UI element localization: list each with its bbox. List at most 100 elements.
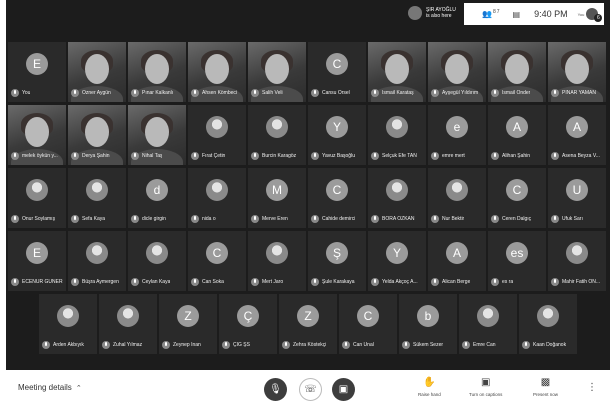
participant-tile[interactable]: Sefa Kaya — [68, 168, 126, 228]
participant-tile[interactable]: M Merve Eren — [248, 168, 306, 228]
participant-tile[interactable]: C Cahide demirci — [308, 168, 366, 228]
present-now-button[interactable]: ▩ Present now — [533, 376, 558, 397]
participant-tile[interactable]: PINAR YAMAN — [548, 42, 606, 102]
participant-tile[interactable]: Ş Şule Karakaya — [308, 231, 366, 291]
camera-off-button[interactable]: ▣ — [332, 378, 355, 401]
video-feed — [145, 54, 169, 84]
people-button[interactable]: 👥87 — [482, 9, 501, 19]
participant-tile[interactable]: A Asena Beyza V... — [548, 105, 606, 165]
participant-tile[interactable]: Zuhal Yılmaz — [99, 294, 157, 354]
participant-tile[interactable]: Mert Jaro — [248, 231, 306, 291]
participant-name: Zehra Köstekçi — [293, 341, 327, 348]
participant-tile[interactable]: Selçuk Efe TAN — [368, 105, 426, 165]
participant-tile[interactable]: C Cansu Örsel — [308, 42, 366, 102]
mic-muted-icon — [11, 151, 19, 160]
chevron-up-icon: ⌃ — [75, 384, 82, 392]
participant-tile[interactable]: C Can Ünal — [339, 294, 397, 354]
mic-muted-icon — [282, 340, 290, 349]
participant-tile[interactable]: es es ra — [488, 231, 546, 291]
participant-tile[interactable]: Nihal Taş — [128, 105, 186, 165]
mic-muted-icon — [311, 214, 319, 223]
mic-muted-icon — [251, 277, 259, 286]
participant-tile[interactable]: Arden Akbıyık — [39, 294, 97, 354]
mic-muted-icon — [522, 340, 530, 349]
hand-icon: ✋ — [423, 377, 436, 388]
participant-name: Asena Beyza V... — [562, 152, 600, 159]
participant-tile[interactable]: Ahsen Kömbeci — [188, 42, 246, 102]
mic-muted-icon — [371, 214, 379, 223]
participant-tile[interactable]: Nur Bektir — [428, 168, 486, 228]
notification-text: is also here — [426, 13, 452, 19]
mic-muted-icon — [551, 214, 559, 223]
you-label: You — [577, 11, 585, 17]
participant-avatar: A — [446, 242, 468, 264]
participant-tile[interactable]: Emre Can — [459, 294, 517, 354]
participant-tile[interactable]: Burcin Karagöz — [248, 105, 306, 165]
participant-tile[interactable]: İsmail Karataş — [368, 42, 426, 102]
participant-tile[interactable]: Fırat Çetin — [188, 105, 246, 165]
participant-name: Sükem Sezer — [413, 341, 444, 348]
more-options-icon[interactable]: ⋮ — [587, 382, 597, 393]
participant-tile[interactable]: BORA ÖZKAN — [368, 168, 426, 228]
participant-tile[interactable]: Onur Soylamış — [8, 168, 66, 228]
mic-muted-icon — [311, 88, 319, 97]
participant-name-bar: Yavuz Başoğlu — [311, 150, 363, 161]
leave-call-button[interactable]: ☏ — [299, 378, 322, 401]
participant-name: Salih Veli — [262, 89, 283, 96]
participant-tile[interactable]: nida o — [188, 168, 246, 228]
participant-tile[interactable]: Özner Aygün — [68, 42, 126, 102]
participant-tile[interactable]: Ceylan Kaya — [128, 231, 186, 291]
participant-name: İsmail Önder — [502, 89, 531, 96]
participant-tile[interactable]: E You — [8, 42, 66, 102]
participant-name: Zeynep İnan — [173, 341, 201, 348]
participant-tile[interactable]: İsmail Önder — [488, 42, 546, 102]
mic-off-button[interactable]: 🎙 — [264, 378, 287, 401]
mic-muted-icon — [371, 88, 379, 97]
participant-tile[interactable]: Ç ÇİĞ ŞS — [219, 294, 277, 354]
chat-icon[interactable]: ▤ — [513, 10, 521, 19]
people-count: 87 — [492, 9, 501, 16]
participant-tile[interactable]: A Alican Berge — [428, 231, 486, 291]
participant-tile[interactable]: Salih Veli — [248, 42, 306, 102]
participant-avatar: Z — [177, 305, 199, 327]
participant-tile[interactable]: Kaan Doğanok — [519, 294, 577, 354]
user-avatar[interactable]: 6 — [586, 8, 603, 22]
participant-avatar: C — [326, 53, 348, 75]
participant-avatar — [477, 305, 499, 327]
mic-muted-icon — [131, 214, 139, 223]
participant-tile[interactable]: e emre mert — [428, 105, 486, 165]
raise-hand-button[interactable]: ✋ Raise hand — [418, 376, 441, 397]
participant-tile[interactable]: Pınar Kalkanlı — [128, 42, 186, 102]
participant-tile[interactable]: Y Yelda Akçoç A... — [368, 231, 426, 291]
participant-tile[interactable]: Z Zeynep İnan — [159, 294, 217, 354]
participant-tile[interactable]: A Alihan Şahin — [488, 105, 546, 165]
present-label: Present now — [533, 392, 559, 397]
meeting-details-button[interactable]: Meeting details ⌃ — [18, 383, 82, 392]
participant-name-bar: Zehra Köstekçi — [282, 339, 334, 350]
participant-tile[interactable]: d dicle girgin — [128, 168, 186, 228]
video-feed — [385, 54, 409, 84]
participant-tile[interactable]: Z Zehra Köstekçi — [279, 294, 337, 354]
participant-tile[interactable]: b Sükem Sezer — [399, 294, 457, 354]
participant-name-bar: Derya Şahin — [71, 150, 123, 161]
participant-tile[interactable]: U Ufuk Sarı — [548, 168, 606, 228]
participant-tile[interactable]: C Ceren Dalgıç — [488, 168, 546, 228]
participant-tile[interactable]: melek öykün y... — [8, 105, 66, 165]
participant-avatar: E — [26, 53, 48, 75]
participant-avatar — [446, 179, 468, 201]
participant-tile[interactable]: C Can Soka — [188, 231, 246, 291]
participant-tile[interactable]: E ECENUR GÜNER — [8, 231, 66, 291]
captions-button[interactable]: ▣ Turn on captions — [469, 376, 502, 397]
mic-off-icon: 🎙 — [269, 384, 282, 395]
participant-tile[interactable]: Mahir Fatih ÖN... — [548, 231, 606, 291]
participant-name-bar: Salih Veli — [251, 87, 303, 98]
participant-tile[interactable]: Ayşegül Yıldırım — [428, 42, 486, 102]
participant-name: ÇİĞ ŞS — [233, 341, 250, 348]
participant-tile[interactable]: Derya Şahin — [68, 105, 126, 165]
participant-tile[interactable]: Y Yavuz Başoğlu — [308, 105, 366, 165]
participant-name-bar: Nur Bektir — [431, 213, 483, 224]
mic-muted-icon — [551, 88, 559, 97]
participant-name-bar: Ayşegül Yıldırım — [431, 87, 483, 98]
participant-tile[interactable]: Büşra Aymergen — [68, 231, 126, 291]
mic-muted-icon — [71, 214, 79, 223]
